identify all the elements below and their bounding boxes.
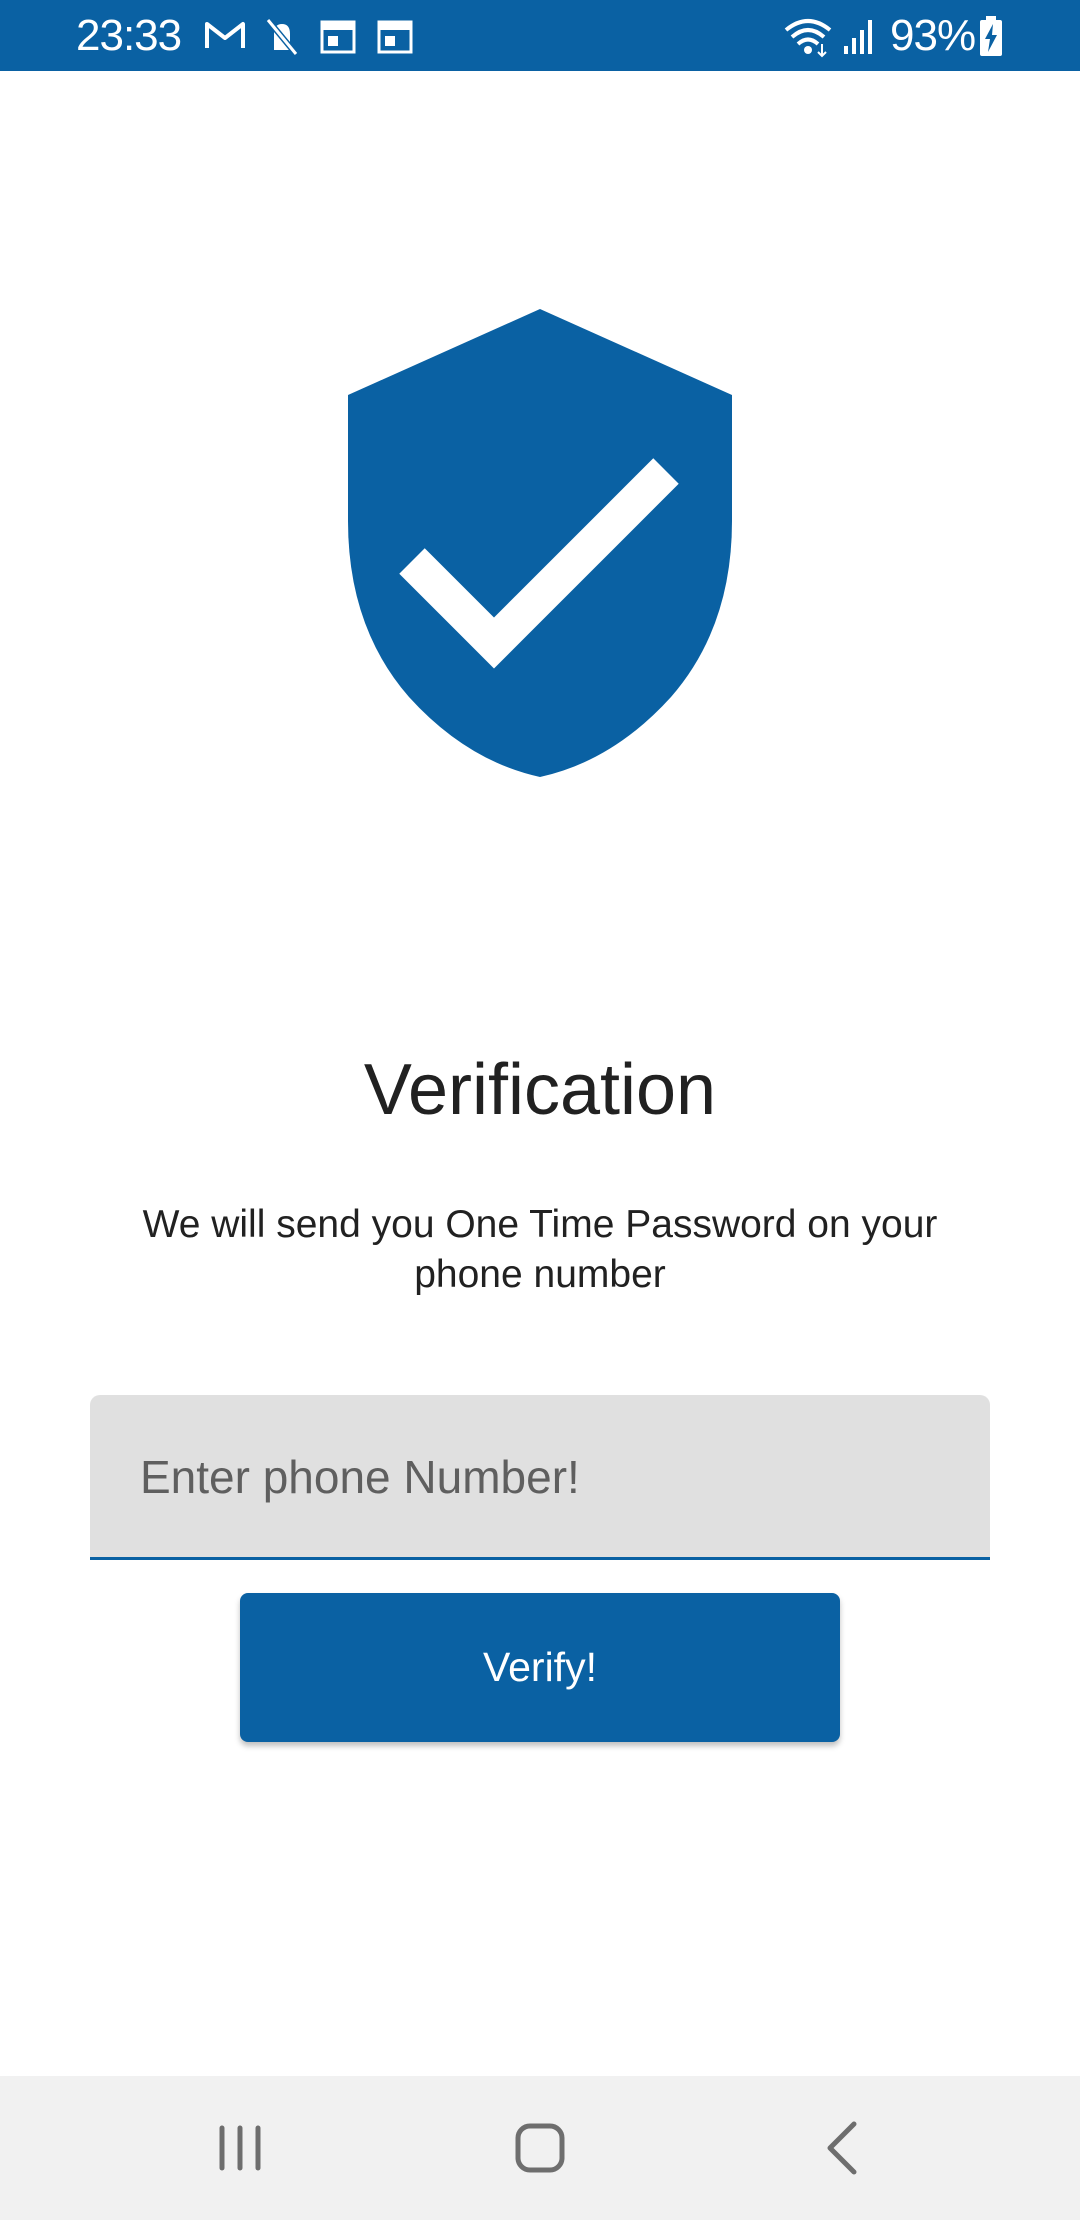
back-icon[interactable] — [792, 2098, 892, 2198]
notification-muted-icon — [265, 18, 299, 56]
signal-icon — [844, 20, 872, 54]
page-subtitle: We will send you One Time Password on yo… — [142, 1203, 938, 1296]
recent-apps-icon[interactable] — [190, 2098, 290, 2198]
status-bar: 23:33 93% — [0, 0, 1080, 71]
verify-button[interactable]: Verify! — [240, 1593, 840, 1742]
calendar-icon — [377, 20, 413, 54]
battery-charging-icon — [980, 16, 1002, 56]
phone-number-input[interactable] — [138, 1395, 962, 1559]
status-time: 23:33 — [76, 11, 182, 60]
page-title: Verification — [363, 1050, 717, 1130]
calendar-icon — [320, 20, 356, 54]
verification-screen: 23:33 93% Verification We will send you … — [0, 0, 1080, 2220]
battery-percent: 93% — [890, 11, 976, 60]
home-icon[interactable] — [490, 2098, 590, 2198]
phone-field[interactable] — [90, 1395, 990, 1560]
navigation-bar — [0, 2076, 1080, 2220]
wifi-icon — [784, 19, 832, 58]
shield-check-icon — [348, 309, 732, 777]
gmail-icon — [205, 22, 245, 48]
